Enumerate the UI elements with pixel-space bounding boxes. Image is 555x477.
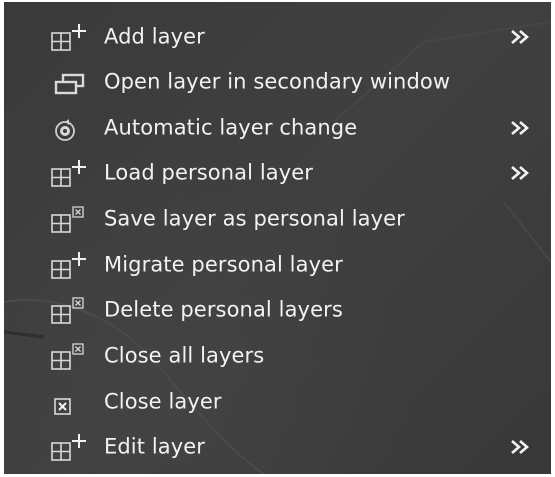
menu-item-open-secondary-window[interactable]: Open layer in secondary window	[4, 60, 551, 104]
automatic-change-icon	[50, 114, 90, 144]
add-layer-icon	[50, 433, 90, 463]
menu-item-save-as-personal-layer[interactable]: Save layer as personal layer	[4, 197, 551, 241]
menu-item-label: Close layer	[104, 389, 222, 414]
menu-item-load-personal-layer[interactable]: Load personal layer	[4, 151, 551, 195]
submenu-chevron-icon	[508, 118, 538, 138]
menu-item-close-layer[interactable]: Close layer	[4, 380, 551, 424]
close-box-icon	[50, 388, 90, 418]
layer-x-icon	[50, 342, 90, 372]
menu-item-migrate-personal-layer[interactable]: Migrate personal layer	[4, 243, 551, 287]
menu-item-close-all-layers[interactable]: Close all layers	[4, 334, 551, 378]
menu-item-label: Open layer in secondary window	[104, 69, 451, 94]
menu-item-delete-personal-layers[interactable]: Delete personal layers	[4, 288, 551, 332]
secondary-window-icon	[50, 68, 90, 98]
menu-item-automatic-layer-change[interactable]: Automatic layer change	[4, 106, 551, 150]
menu-item-edit-layer[interactable]: Edit layer	[4, 425, 551, 469]
add-layer-icon	[50, 23, 90, 53]
add-layer-icon	[50, 159, 90, 189]
add-layer-icon	[50, 251, 90, 281]
submenu-chevron-icon	[508, 163, 538, 183]
menu-item-label: Delete personal layers	[104, 297, 343, 322]
menu-item-label: Edit layer	[104, 434, 206, 459]
menu-item-label: Save layer as personal layer	[104, 206, 405, 231]
submenu-chevron-icon	[508, 27, 538, 47]
menu-item-label: Automatic layer change	[104, 115, 358, 140]
menu-item-label: Migrate personal layer	[104, 252, 343, 277]
menu-item-label: Add layer	[104, 24, 205, 49]
layer-x-icon	[50, 205, 90, 235]
menu-item-label: Close all layers	[104, 343, 265, 368]
layer-x-icon	[50, 296, 90, 326]
context-menu: Add layer Open layer in secondary window…	[4, 2, 551, 474]
menu-item-label: Load personal layer	[104, 160, 313, 185]
submenu-chevron-icon	[508, 437, 538, 457]
menu-item-add-layer[interactable]: Add layer	[4, 15, 551, 59]
